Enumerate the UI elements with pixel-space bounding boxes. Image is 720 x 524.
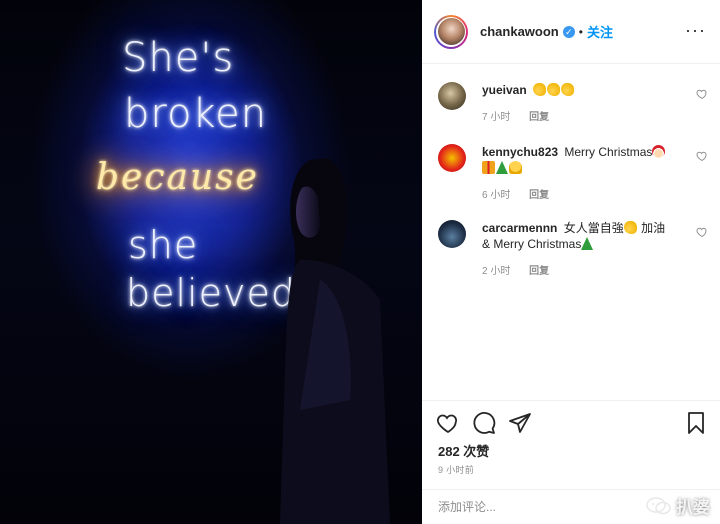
comment-text-cheer: 加油 (637, 221, 666, 235)
flexed-biceps-emoji-icon (623, 221, 637, 234)
reply-button[interactable]: 回复 (529, 266, 549, 277)
reply-button[interactable]: 回复 (529, 112, 549, 123)
post-timestamp: 9 小时前 (438, 465, 475, 475)
author-username[interactable]: chankawoon (480, 24, 559, 39)
comment-username[interactable]: kennychu823 (482, 145, 558, 159)
follow-button[interactable]: 关注 (587, 22, 613, 41)
reply-button[interactable]: 回复 (529, 190, 549, 201)
author-avatar-image (437, 18, 465, 45)
comments-list: yueivan 7 小时 回复 kennychu823 Merry Christ… (422, 64, 720, 400)
share-paper-plane-icon[interactable] (508, 411, 532, 435)
verified-badge-icon: ✓ (562, 25, 575, 38)
comment-bubble-icon[interactable] (472, 411, 496, 435)
author-avatar[interactable] (434, 14, 468, 49)
comment-text-line2: & Merry Christmas (482, 237, 582, 251)
comment-text: 女人當自強 (563, 221, 624, 235)
comment-item: carcarmennn 女人當自強 加油 & Merry Christmas 2… (438, 220, 708, 277)
gift-emoji-icon (482, 161, 495, 174)
more-options-icon[interactable]: ··· (685, 20, 706, 41)
like-heart-icon[interactable] (436, 411, 460, 435)
commenter-avatar[interactable] (438, 82, 466, 110)
flexed-biceps-emoji-icon (547, 83, 561, 96)
wechat-bubble-icon (646, 496, 671, 514)
post-header: chankawoon ✓ • 关注 ··· (422, 0, 720, 64)
flexed-biceps-emoji-icon (561, 83, 575, 96)
comment-time: 7 小时 (482, 112, 511, 123)
comment-text: Merry Christmas (564, 145, 653, 159)
header-separator: • (578, 24, 583, 39)
flexed-biceps-emoji-icon (533, 83, 547, 96)
neon-line-2: broken (124, 91, 268, 137)
watermark-text: 扒婆 (676, 498, 710, 517)
commenter-avatar[interactable] (438, 144, 466, 172)
post-photo[interactable]: She's broken because she believed (0, 0, 422, 524)
comment-username[interactable]: yueivan (482, 83, 527, 97)
save-bookmark-icon[interactable] (684, 411, 708, 435)
comment-item: kennychu823 Merry Christmas 6 小时 回复 (438, 144, 708, 201)
woman-silhouette (280, 158, 390, 524)
comment-time: 2 小时 (482, 266, 511, 277)
like-comment-heart-icon[interactable] (696, 88, 708, 100)
neon-line-1: She's (122, 35, 235, 81)
likes-count[interactable]: 282 次赞 (438, 441, 489, 460)
watermark: 扒婆 (646, 493, 710, 518)
comment-username[interactable]: carcarmennn (482, 221, 557, 235)
post-sidebar: chankawoon ✓ • 关注 ··· yueivan 7 小时 回复 ke… (422, 0, 720, 524)
santa-emoji-icon (652, 145, 666, 158)
like-comment-heart-icon[interactable] (696, 226, 708, 238)
christmas-tree-emoji-icon (496, 161, 508, 174)
like-comment-heart-icon[interactable] (696, 150, 708, 162)
add-comment-input[interactable] (438, 500, 588, 514)
christmas-tree-emoji-icon (581, 237, 594, 250)
comment-time: 6 小时 (482, 190, 511, 201)
comment-item: yueivan 7 小时 回复 (438, 82, 708, 123)
commenter-avatar[interactable] (438, 220, 466, 248)
bell-emoji-icon (509, 161, 522, 174)
